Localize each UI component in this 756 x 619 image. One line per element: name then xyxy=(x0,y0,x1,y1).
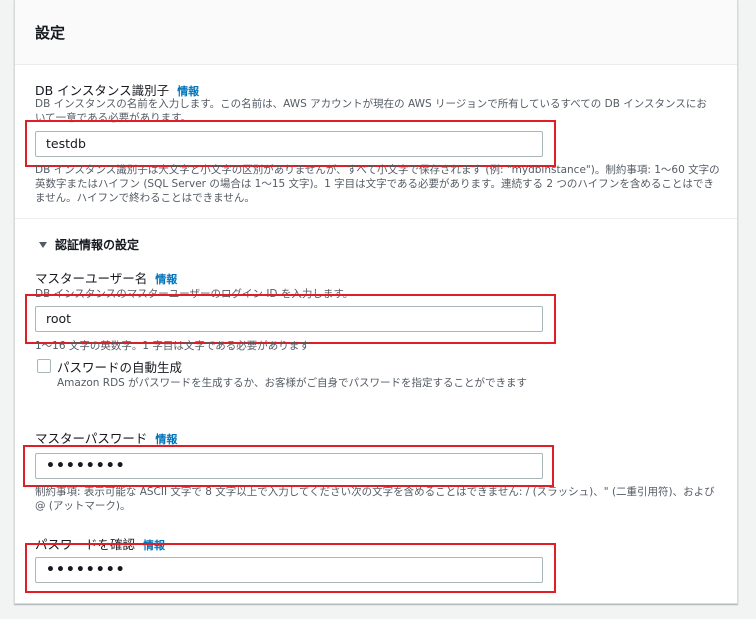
divider xyxy=(15,218,737,219)
db-identifier-label-text: DB インスタンス識別子 xyxy=(35,83,170,98)
auto-generate-password-description: Amazon RDS がパスワードを生成するか、お客様がご自身でパスワードを指定… xyxy=(57,377,527,389)
master-username-description: DB インスタンスのマスターユーザーのログイン ID を入力します。 xyxy=(35,288,354,300)
master-password-label-text: マスターパスワード xyxy=(35,431,148,446)
caret-down-icon xyxy=(39,241,47,248)
panel-header: 設定 xyxy=(15,0,737,65)
master-username-constraint: 1〜16 文字の英数字。1 字目は文字である必要があります xyxy=(35,340,310,352)
db-identifier-input[interactable]: testdb xyxy=(35,131,543,157)
confirm-password-label-text: パスワードを確認 xyxy=(35,537,136,552)
auto-generate-password-label: パスワードの自動生成 xyxy=(57,360,183,375)
master-username-info-link[interactable]: 情報 xyxy=(155,273,177,286)
settings-panel: 設定 DB インスタンス識別子情報 DB インスタンスの名前を入力します。この名… xyxy=(14,0,738,604)
db-identifier-description: DB インスタンスの名前を入力します。この名前は、AWS アカウントが現在の A… xyxy=(35,98,707,124)
master-password-constraint: 制約事項: 表示可能な ASCII 文字で 8 文字以上で入力してください次の文… xyxy=(35,486,715,512)
master-username-label: マスターユーザー名 情報 xyxy=(35,268,177,287)
auto-generate-password-checkbox[interactable] xyxy=(37,359,51,373)
credentials-toggle[interactable]: 認証情報の設定 xyxy=(39,236,139,253)
master-password-label: マスターパスワード 情報 xyxy=(35,428,177,447)
panel-title: 設定 xyxy=(35,24,66,42)
confirm-password-label: パスワードを確認 情報 xyxy=(35,534,165,553)
db-identifier-constraint: DB インスタンス識別子は大文字と小文字の区別がありませんが、すべて小文字で保存… xyxy=(35,164,720,204)
master-password-info-link[interactable]: 情報 xyxy=(155,433,177,446)
confirm-password-input[interactable]: •••••••• xyxy=(35,557,543,583)
confirm-password-info-link[interactable]: 情報 xyxy=(143,539,165,552)
master-username-label-text: マスターユーザー名 xyxy=(35,271,148,286)
master-password-input[interactable]: •••••••• xyxy=(35,453,543,479)
master-username-input[interactable]: root xyxy=(35,306,543,332)
credentials-toggle-label: 認証情報の設定 xyxy=(55,238,140,252)
